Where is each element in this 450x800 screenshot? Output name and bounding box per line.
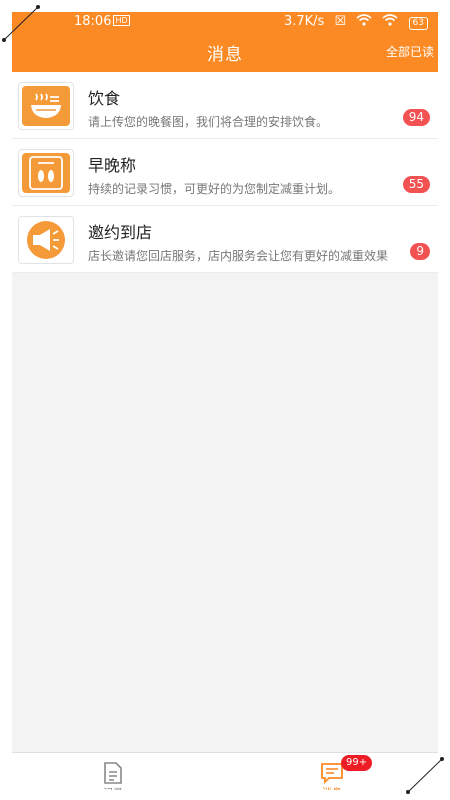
crop-handles [2, 5, 444, 794]
